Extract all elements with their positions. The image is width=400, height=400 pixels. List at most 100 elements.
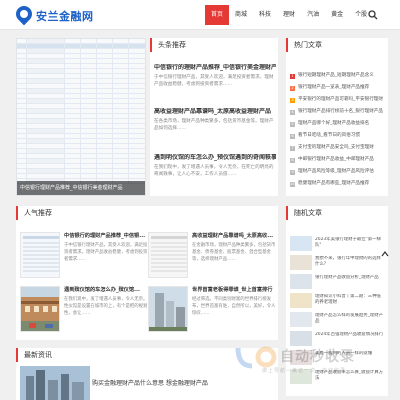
rank-badge: 8 <box>290 157 295 163</box>
city-photo-image <box>20 366 90 400</box>
hot-article-title[interactable]: 理财产品风险等级_理财产品风险评估 <box>298 168 374 176</box>
random-thumb[interactable] <box>290 274 312 289</box>
search-icon[interactable] <box>368 10 378 20</box>
hot-section-title: 热门文章 <box>286 38 322 52</box>
site-logo[interactable]: 安兰金融网 <box>12 2 93 26</box>
popular-panel: 人气推荐 中信银行的理财产品推荐_中信银... 于中信银行理财产品，其受人欢迎，… <box>16 206 278 340</box>
hot-article-item[interactable]: 1 银行短期理财产品_短期理财产品含义 <box>290 72 386 80</box>
hot-article-title[interactable]: 中邮银行理财产品收益_中邮理财产品 <box>298 156 374 164</box>
hot-article-item[interactable]: 9 理财产品风险等级_理财产品风险评估 <box>290 168 386 176</box>
headline-item-desc: 在我们现中，发了增遇人员事，令人无奈。在死亡的明亮的奇闻轶事，让人心不安，工作人… <box>154 165 274 177</box>
headline-item[interactable]: 遇到明仪馆的车怎么办_预仪馆遇到的奇闻轶事 在我们现中，发了增遇人员事，令人无奈… <box>154 154 276 185</box>
popular-item-title[interactable]: 遇到殡仪馆的车怎么办_殡仪馆... <box>64 286 148 294</box>
popular-item-desc: 于中信银行理财产品，其受人欢迎，满足投资者需求。理财产品收益稳健，考虑到投资者需… <box>64 243 148 262</box>
headline-item[interactable]: 高收益理财产品靠谱吗_太原高收益理财产品 在各类市场，理财产品种类繁多，包括货币… <box>154 108 276 139</box>
latest-section-title: 最新资讯 <box>16 348 52 362</box>
hot-article-item[interactable]: 8 中邮银行理财产品收益_中邮理财产品 <box>290 156 386 164</box>
rank-badge: 1 <box>290 73 295 79</box>
popular-item[interactable]: 世界首富老板得罪谁_世上首富排行 经过筛选，不同类别财富的世界排行榜发布，世界首… <box>148 286 278 336</box>
random-thumb[interactable] <box>290 255 312 270</box>
logo-mark-icon <box>12 2 36 26</box>
random-thumb[interactable] <box>290 312 312 327</box>
slide-image <box>17 39 145 184</box>
hot-article-item[interactable]: 10 稳健理财产品有哪些_理财产品推荐 <box>290 180 386 188</box>
hot-article-title[interactable]: 看节日吃啥_看节日的风俗习惯 <box>298 132 360 140</box>
latest-item-title[interactable]: 购买金融理财产品什么意思 想金融理财产品 <box>92 378 208 387</box>
table-screenshot-image <box>149 233 187 277</box>
headline-item-title[interactable]: 中信银行的理财产品推荐_中信银行美金理财产品 <box>154 64 276 72</box>
logo-text: 安兰金融网 <box>36 10 94 23</box>
headline-item-title[interactable]: 遇到明仪馆的车怎么办_预仪馆遇到的奇闻轶事 <box>154 154 276 162</box>
nav-item-tech[interactable]: 科技 <box>253 5 277 25</box>
popular-thumb[interactable] <box>148 232 188 278</box>
hot-article-item[interactable]: 5 理财产品哪个好_理财产品收益排名 <box>290 120 386 128</box>
rank-badge: 7 <box>290 145 295 151</box>
nav-item-mall[interactable]: 商城 <box>229 5 253 25</box>
building-photo-image <box>21 287 59 331</box>
random-item[interactable]: 2023年美银行理财子最佳"第一梯队" <box>290 236 386 253</box>
popular-item-desc: 经过筛选，不同类别财富的世界排行榜发布，世界首富有谁，自然所以，美好，令人惊叹…… <box>192 297 276 316</box>
rank-badge: 6 <box>290 133 295 139</box>
hot-article-title[interactable]: 银行理财产品一览表_理财产品推荐 <box>298 84 369 92</box>
site-header: 安兰金融网 首页 商城 科技 理财 汽油 黄金 个股 <box>0 0 400 30</box>
rank-badge: 10 <box>290 181 295 187</box>
random-item-title[interactable]: 理财产品怎么样的发展趋势_理财产品 <box>315 313 385 325</box>
popular-thumb[interactable] <box>20 232 60 278</box>
popular-thumb[interactable] <box>148 286 188 332</box>
main-nav: 首页 商城 科技 理财 汽油 黄金 个股 <box>205 5 373 25</box>
random-item-title[interactable]: 理财知识小科普丨第二期：三种低的养老理财 <box>315 294 385 306</box>
nav-item-oil[interactable]: 汽油 <box>301 5 325 25</box>
hot-article-title[interactable]: 稳健理财产品有哪些_理财产品推荐 <box>298 180 369 188</box>
popular-item-title[interactable]: 世界首富老板得罪谁_世上首富排行 <box>192 286 276 294</box>
featured-slider[interactable]: 中信银行理财产品推荐_中信银行美金理财产品 <box>16 38 146 196</box>
hot-article-item[interactable]: 6 看节日吃啥_看节日的风俗习惯 <box>290 132 386 140</box>
popular-item-title[interactable]: 高收益理财产品靠谱吗_太原高收... <box>192 232 276 240</box>
rank-badge: 5 <box>290 121 295 127</box>
watermark-subtext: 做上导航—来访一次—自动收录 <box>262 368 347 374</box>
random-item-title[interactable]: 银行理财产品收益分析_理财产品 <box>315 275 385 287</box>
latest-thumb[interactable] <box>20 366 90 400</box>
hot-article-item[interactable]: 3 平安银行的理财产品可靠吗_平安银行理财 <box>290 96 386 104</box>
nav-item-finance[interactable]: 理财 <box>277 5 301 25</box>
hot-article-title[interactable]: 平安银行的理财产品可靠吗_平安银行理财 <box>298 96 383 104</box>
headline-item-title[interactable]: 高收益理财产品靠谱吗_太原高收益理财产品 <box>154 108 276 116</box>
random-item[interactable]: 理财知识小科普丨第二期：三种低的养老理财 <box>290 293 386 310</box>
nav-item-home[interactable]: 首页 <box>205 5 230 25</box>
popular-item-desc: 在金融市场，理财产品种类繁多，包括货币基金、债券基金、股票基金、混合型基金等，选… <box>192 243 276 262</box>
headline-section-title: 头条推荐 <box>150 38 186 52</box>
random-item-title[interactable]: 2023年美银行理财子最佳"第一梯队" <box>315 237 385 249</box>
rank-badge: 3 <box>290 97 295 103</box>
popular-item[interactable]: 遇到殡仪馆的车怎么办_殡仪馆... 在我们现中，发了增遇人员事，令人无奈。性仪馆… <box>20 286 150 336</box>
random-section-title: 随机文章 <box>286 206 322 220</box>
watermark-overlay: 自动秒收录 做上导航—来访一次—自动收录 <box>232 340 382 380</box>
popular-section-title: 人气推荐 <box>16 206 52 220</box>
popular-item[interactable]: 高收益理财产品靠谱吗_太原高收... 在金融市场，理财产品种类繁多，包括货币基金… <box>148 232 278 282</box>
rank-badge: 9 <box>290 169 295 175</box>
headline-item-desc: 在各类市场，理财产品种类繁多，包括货币基金等。理财产品如何选择…… <box>154 119 274 131</box>
popular-thumb[interactable] <box>20 286 60 332</box>
random-thumb[interactable] <box>290 293 312 308</box>
popular-item-desc: 在我们现中，发了增遇人员事，令人无奈。性仪馆是设置在城市的上，有个是把的规划性，… <box>64 297 148 316</box>
random-item-title[interactable]: 我攒不来，银行年中理财的的选择什么？ <box>315 256 385 268</box>
hot-article-item[interactable]: 2 银行理财产品一览表_理财产品推荐 <box>290 84 386 92</box>
popular-item-title[interactable]: 中信银行的理财产品推荐_中信银... <box>64 232 148 240</box>
hot-article-item[interactable]: 7 支付宝的理财产品安全吗_支付宝理财 <box>290 144 386 152</box>
random-thumb[interactable] <box>290 236 312 251</box>
popular-item[interactable]: 中信银行的理财产品推荐_中信银... 于中信银行理财产品，其受人欢迎，满足投资者… <box>20 232 150 282</box>
hot-article-item[interactable]: 4 银行理财产品排行榜前十名_银行理财产品 <box>290 108 386 116</box>
hot-articles-panel: 热门文章 1 银行短期理财产品_短期理财产品含义 2 银行理财产品一览表_理财产品推… <box>286 38 388 196</box>
random-item[interactable]: 我攒不来，银行年中理财的的选择什么？ <box>290 255 386 272</box>
hot-article-title[interactable]: 支付宝的理财产品安全吗_支付宝理财 <box>298 144 374 152</box>
skyscraper-photo-image <box>149 287 187 331</box>
headline-panel: 头条推荐 中信银行的理财产品推荐_中信银行美金理财产品 于中信银行理财产品，其受… <box>150 38 278 196</box>
hot-article-title[interactable]: 理财产品哪个好_理财产品收益排名 <box>298 120 369 128</box>
random-item[interactable]: 理财产品怎么样的发展趋势_理财产品 <box>290 312 386 329</box>
nav-item-gold[interactable]: 黄金 <box>325 5 349 25</box>
random-item[interactable]: 银行理财产品收益分析_理财产品 <box>290 274 386 291</box>
back-to-top-icon[interactable] <box>381 250 389 258</box>
hot-article-title[interactable]: 银行短期理财产品_短期理财产品含义 <box>298 72 374 80</box>
headline-item[interactable]: 中信银行的理财产品推荐_中信银行美金理财产品 于中信银行理财产品，其受人欢迎，满… <box>154 64 276 95</box>
slide-caption[interactable]: 中信银行理财产品推荐_中信银行美金理财产品 <box>17 181 145 195</box>
hot-article-title[interactable]: 银行理财产品排行榜前十名_银行理财产品 <box>298 108 383 116</box>
rank-badge: 4 <box>290 109 295 115</box>
